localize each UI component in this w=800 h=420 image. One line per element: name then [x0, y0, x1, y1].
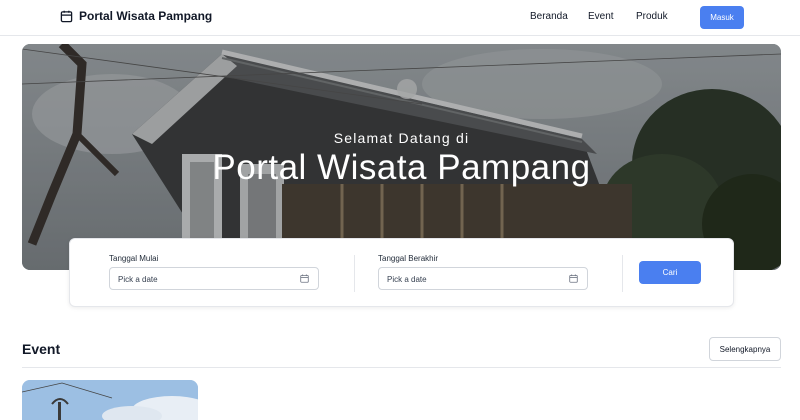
nav-link-produk[interactable]: Produk	[636, 11, 668, 22]
hero-banner: Selamat Datang di Portal Wisata Pampang	[22, 44, 781, 270]
end-date-picker[interactable]: Pick a date	[378, 267, 588, 290]
end-date-placeholder: Pick a date	[387, 275, 427, 284]
nav-link-beranda[interactable]: Beranda	[530, 11, 568, 22]
calendar-icon	[569, 274, 578, 283]
navbar: Portal Wisata Pampang Beranda Event Prod…	[0, 0, 800, 36]
see-more-button[interactable]: Selengkapnya	[709, 337, 781, 361]
section-divider	[22, 367, 781, 368]
date-search-card: Tanggal Mulai Pick a date Tanggal Berakh…	[69, 238, 734, 307]
search-button[interactable]: Cari	[639, 261, 701, 284]
start-date-picker[interactable]: Pick a date	[109, 267, 319, 290]
brand-name: Portal Wisata Pampang	[79, 9, 213, 23]
calendar-box-icon	[60, 10, 73, 22]
field-divider	[622, 255, 623, 292]
calendar-icon	[300, 274, 309, 283]
start-date-placeholder: Pick a date	[118, 275, 158, 284]
event-card-image	[22, 380, 198, 420]
login-button[interactable]: Masuk	[700, 6, 744, 29]
hero-subtitle: Selamat Datang di	[333, 130, 470, 146]
field-divider	[354, 255, 355, 292]
start-date-label: Tanggal Mulai	[109, 254, 159, 263]
brand-link[interactable]: Portal Wisata Pampang	[60, 9, 212, 23]
hero-title: Portal Wisata Pampang	[212, 148, 591, 187]
end-date-label: Tanggal Berakhir	[378, 254, 439, 263]
event-section-title: Event	[22, 341, 61, 357]
event-card[interactable]	[22, 380, 198, 420]
nav-link-event[interactable]: Event	[588, 11, 614, 22]
